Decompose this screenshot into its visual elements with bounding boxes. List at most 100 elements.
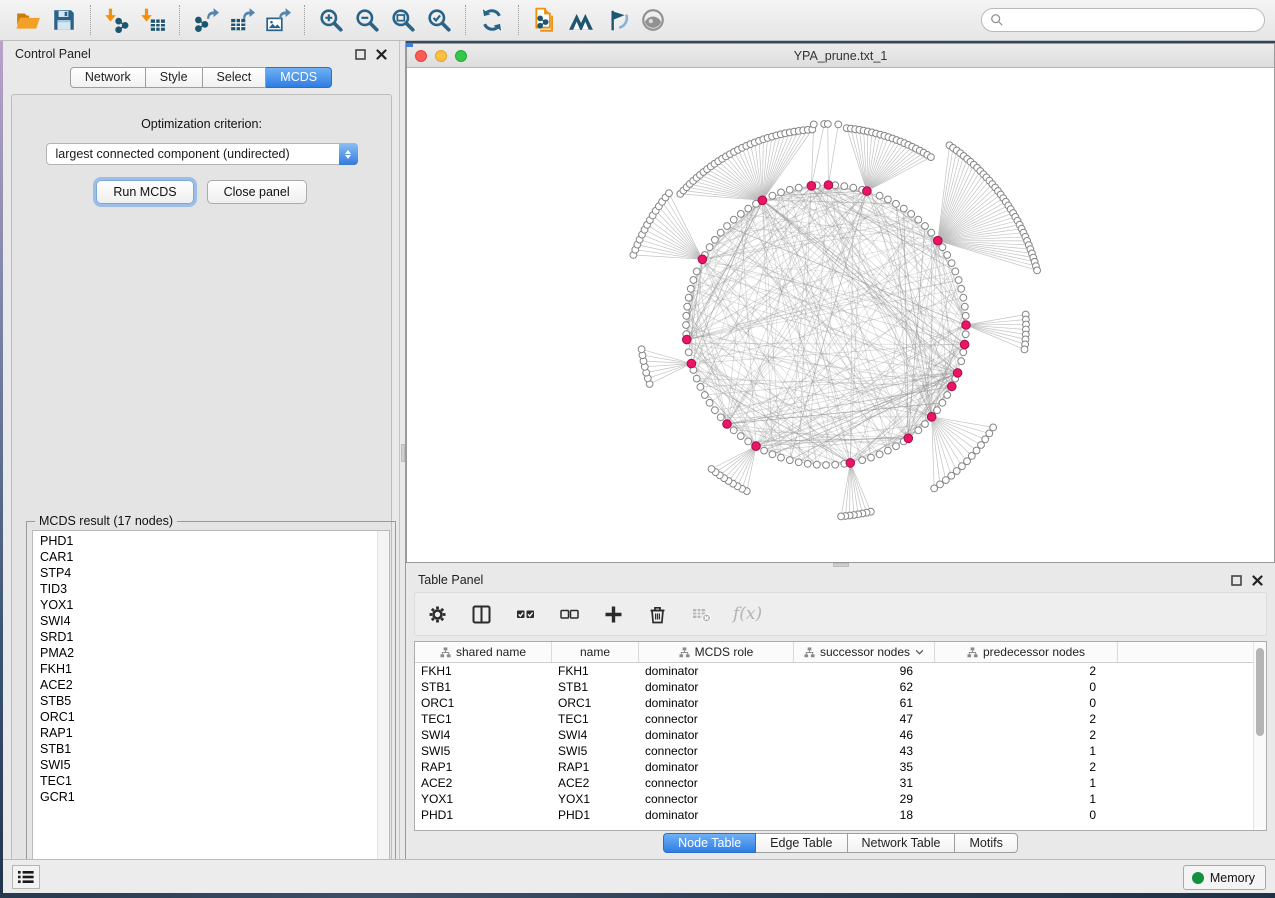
list-item[interactable]: ORC1 xyxy=(40,709,389,725)
search-icon xyxy=(990,13,1004,27)
table-row[interactable]: PHD1PHD1dominator180 xyxy=(415,807,1266,823)
zoom-fit-icon[interactable] xyxy=(385,4,421,36)
table-row[interactable]: FKH1FKH1dominator962 xyxy=(415,663,1266,679)
table-row[interactable]: TEC1TEC1connector472 xyxy=(415,711,1266,727)
window-minimize-icon[interactable] xyxy=(435,50,447,62)
control-panel-title: Control Panel xyxy=(15,47,91,61)
mcds-list-scrollbar[interactable] xyxy=(377,531,389,885)
open-session-icon[interactable] xyxy=(10,4,46,36)
list-item[interactable]: SWI5 xyxy=(40,757,389,773)
table-cell-mcds_role: connector xyxy=(639,711,794,727)
table-cell-successor: 43 xyxy=(794,743,935,759)
tab-node-table[interactable]: Node Table xyxy=(663,833,756,853)
column-header-predecessor-nodes[interactable]: predecessor nodes xyxy=(935,642,1118,662)
zoom-in-icon[interactable] xyxy=(313,4,349,36)
window-maximize-icon[interactable] xyxy=(455,50,467,62)
list-item[interactable]: FKH1 xyxy=(40,661,389,677)
hide-flag-icon[interactable] xyxy=(599,4,635,36)
column-type-icon xyxy=(679,647,690,658)
delete-column-icon[interactable] xyxy=(645,602,669,626)
window-close-icon[interactable] xyxy=(415,50,427,62)
close-panel-button[interactable]: Close panel xyxy=(207,180,307,204)
table-cell-name: YOX1 xyxy=(552,791,639,807)
table-cell-successor: 29 xyxy=(794,791,935,807)
zoom-selected-icon[interactable] xyxy=(421,4,457,36)
optimization-criterion-select[interactable]: largest connected component (undirected) xyxy=(46,143,358,165)
splitter-grip[interactable] xyxy=(401,444,405,462)
memory-label: Memory xyxy=(1210,871,1255,885)
export-image-icon[interactable] xyxy=(260,4,296,36)
table-row[interactable]: ORC1ORC1dominator610 xyxy=(415,695,1266,711)
column-header-name[interactable]: name xyxy=(552,642,639,662)
table-cell-name: STB1 xyxy=(552,679,639,695)
mcds-result-list[interactable]: PHD1 CAR1 STP4 TID3 YOX1 SWI4 SRD1 PMA2 … xyxy=(32,530,390,886)
split-columns-icon[interactable] xyxy=(469,602,493,626)
list-item[interactable]: STB1 xyxy=(40,741,389,757)
run-mcds-button[interactable]: Run MCDS xyxy=(96,180,193,204)
mcds-tab-pane: Optimization criterion: largest connecte… xyxy=(11,94,392,886)
import-network-icon[interactable] xyxy=(99,4,135,36)
tab-select[interactable]: Select xyxy=(203,67,267,88)
table-panel: Table Panel f(x) shared name name MCDS xyxy=(406,567,1275,859)
deselect-all-icon[interactable] xyxy=(557,602,581,626)
close-panel-icon[interactable] xyxy=(1252,575,1263,586)
list-item[interactable]: YOX1 xyxy=(40,597,389,613)
table-row[interactable]: SWI5SWI5connector431 xyxy=(415,743,1266,759)
tab-style[interactable]: Style xyxy=(146,67,203,88)
tab-motifs[interactable]: Motifs xyxy=(955,833,1017,853)
export-network-icon[interactable] xyxy=(188,4,224,36)
list-item[interactable]: STB5 xyxy=(40,693,389,709)
table-scrollbar[interactable] xyxy=(1253,642,1266,830)
table-row[interactable]: YOX1YOX1connector291 xyxy=(415,791,1266,807)
network-window-titlebar[interactable]: YPA_prune.txt_1 xyxy=(407,44,1274,68)
table-cell-predecessor: 1 xyxy=(935,791,1118,807)
table-cell-shared_name: SWI4 xyxy=(415,727,552,743)
network-graph[interactable] xyxy=(407,68,1274,562)
refresh-icon[interactable] xyxy=(474,4,510,36)
table-row[interactable]: RAP1RAP1dominator352 xyxy=(415,759,1266,775)
table-cell-mcds_role: dominator xyxy=(639,807,794,823)
tab-mcds[interactable]: MCDS xyxy=(266,67,332,88)
memory-button[interactable]: Memory xyxy=(1183,865,1266,890)
eye-icon[interactable] xyxy=(635,4,671,36)
column-header-shared-name[interactable]: shared name xyxy=(415,642,552,662)
column-header-mcds-role[interactable]: MCDS role xyxy=(639,642,794,662)
zoom-out-icon[interactable] xyxy=(349,4,385,36)
tab-network[interactable]: Network xyxy=(70,67,146,88)
tab-edge-table[interactable]: Edge Table xyxy=(756,833,847,853)
float-panel-icon[interactable] xyxy=(355,49,366,60)
list-item[interactable]: GCR1 xyxy=(40,789,389,805)
import-table-icon[interactable] xyxy=(135,4,171,36)
search-input[interactable] xyxy=(1010,13,1256,27)
add-column-icon[interactable] xyxy=(601,602,625,626)
list-item[interactable]: TID3 xyxy=(40,581,389,597)
list-item[interactable]: PHD1 xyxy=(40,533,389,549)
gear-icon[interactable] xyxy=(425,602,449,626)
list-item[interactable]: RAP1 xyxy=(40,725,389,741)
list-item[interactable]: ACE2 xyxy=(40,677,389,693)
table-scrollbar-thumb[interactable] xyxy=(1256,648,1264,736)
export-table-icon[interactable] xyxy=(224,4,260,36)
table-row[interactable]: ACE2ACE2connector311 xyxy=(415,775,1266,791)
optimization-criterion-value: largest connected component (undirected) xyxy=(56,147,290,161)
close-panel-icon[interactable] xyxy=(376,49,387,60)
save-session-icon[interactable] xyxy=(46,4,82,36)
select-all-icon[interactable] xyxy=(513,602,537,626)
list-item[interactable]: TEC1 xyxy=(40,773,389,789)
binoculars-icon[interactable] xyxy=(563,4,599,36)
list-item[interactable]: SRD1 xyxy=(40,629,389,645)
network-document-icon[interactable] xyxy=(527,4,563,36)
search-box[interactable] xyxy=(981,8,1265,32)
log-console-button[interactable] xyxy=(12,865,40,889)
network-canvas[interactable] xyxy=(407,68,1274,562)
list-item[interactable]: CAR1 xyxy=(40,549,389,565)
tab-network-table[interactable]: Network Table xyxy=(848,833,956,853)
list-item[interactable]: PMA2 xyxy=(40,645,389,661)
list-item[interactable]: SWI4 xyxy=(40,613,389,629)
function-builder-icon[interactable]: f(x) xyxy=(733,604,762,624)
table-row[interactable]: STB1STB1dominator620 xyxy=(415,679,1266,695)
column-header-successor-nodes[interactable]: successor nodes xyxy=(794,642,935,662)
list-item[interactable]: STP4 xyxy=(40,565,389,581)
float-panel-icon[interactable] xyxy=(1231,575,1242,586)
table-row[interactable]: SWI4SWI4dominator462 xyxy=(415,727,1266,743)
